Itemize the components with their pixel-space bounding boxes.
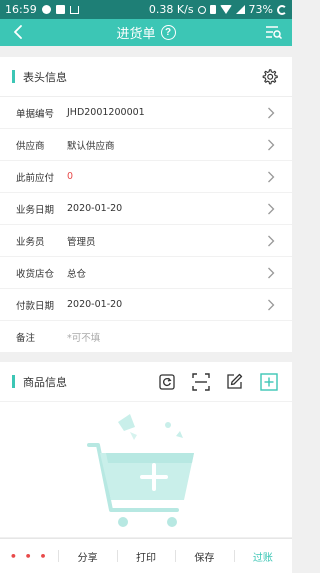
edit-button[interactable] [225,372,244,391]
chevron-right-icon [268,203,275,215]
header-info-card: 表头信息 单据编号 JHD2001200001 供应商 默认供应商 此前应付 0… [0,57,292,352]
signal-icon [235,5,245,14]
field-label: 付款日期 [16,300,55,312]
battery-icon [277,4,287,15]
list-search-icon [266,26,283,40]
field-salesperson[interactable]: 业务员 管理员 [0,225,292,257]
empty-cart-icon [87,414,194,527]
image-notification-icon [55,5,65,14]
download-notification-icon [69,5,79,14]
field-label: 收货店仓 [16,268,55,280]
field-value: 总仓 [67,268,87,280]
header-info-title: 表头信息 [23,70,67,84]
status-time: 16:59 [5,3,37,16]
gear-icon[interactable] [261,68,278,85]
goods-info-card: 商品信息 [0,362,292,537]
section-accent-bar [12,375,15,388]
back-button[interactable] [9,23,27,41]
chevron-left-icon [14,25,22,39]
page-title: 进货单 [116,27,156,42]
header-info-title-row: 表头信息 [0,57,292,97]
scan-icon [191,372,210,391]
help-icon[interactable]: ? [160,25,176,40]
field-label: 业务日期 [16,204,55,216]
alarm-icon [197,5,206,14]
field-previous-payable[interactable]: 此前应付 0 [0,161,292,193]
field-label: 备注 [16,333,36,344]
scan-button[interactable] [191,372,210,391]
chevron-right-icon [268,171,275,183]
share-button[interactable]: 分享 [58,549,116,564]
nav-bar: 进货单 ? [0,19,292,46]
more-button[interactable]: • • • [0,550,58,563]
vibrate-icon [209,5,216,14]
list-search-button[interactable] [265,24,283,40]
field-payment-date[interactable]: 付款日期 2020-01-20 [0,289,292,321]
field-supplier[interactable]: 供应商 默认供应商 [0,129,292,161]
field-label: 此前应付 [16,172,55,184]
field-label: 单据编号 [16,108,55,120]
field-label: 业务员 [16,236,45,248]
goods-info-title-row: 商品信息 [0,362,292,402]
wifi-icon [219,5,232,14]
post-button[interactable]: 过账 [233,549,292,564]
field-business-date[interactable]: 业务日期 2020-01-20 [0,193,292,225]
add-icon [259,372,278,391]
print-button[interactable]: 打印 [116,549,175,564]
save-button[interactable]: 保存 [175,549,233,564]
goods-info-title: 商品信息 [23,375,67,389]
field-value: JHD2001200001 [67,107,145,118]
field-receiving-store[interactable]: 收货店仓 总仓 [0,257,292,289]
field-value: 2020-01-20 [67,299,123,310]
status-bar: 16:59 0.38 K/s 73% [0,0,292,19]
remark-input[interactable]: *可不填 [67,330,100,344]
field-label: 供应商 [16,140,45,152]
field-value: 0 [67,171,74,182]
battery-level: 73% [248,3,273,16]
chat-notification-icon [41,5,51,14]
refresh-button[interactable] [157,372,176,391]
field-value: 2020-01-20 [67,203,123,214]
section-accent-bar [12,70,15,83]
refresh-icon [158,373,175,390]
chevron-right-icon [268,299,275,311]
field-doc-number[interactable]: 单据编号 JHD2001200001 [0,97,292,129]
bottom-action-bar: • • • 分享 打印 保存 过账 [0,538,292,573]
edit-icon [227,373,243,389]
chevron-right-icon [268,139,275,151]
add-goods-button[interactable] [259,372,278,391]
field-value: 管理员 [67,236,96,248]
network-speed: 0.38 K/s [148,3,194,16]
chevron-right-icon [268,107,275,119]
field-remark[interactable]: 备注 *可不填 [0,321,292,353]
chevron-right-icon [268,235,275,247]
field-value: 默认供应商 [67,140,115,152]
chevron-right-icon [268,267,275,279]
